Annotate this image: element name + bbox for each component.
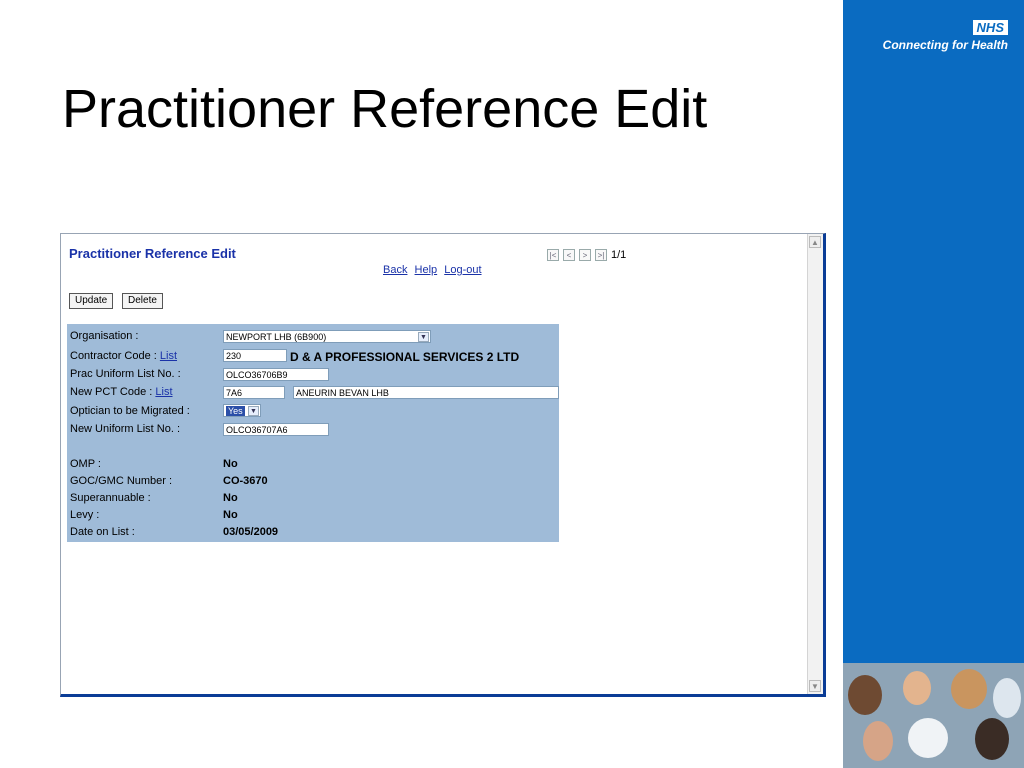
contractor-code-label-text: Contractor Code : — [70, 350, 157, 362]
next-page-icon[interactable]: > — [579, 249, 591, 262]
omp-label: OMP : — [70, 458, 101, 470]
prac-uniform-input[interactable]: OLCO36706B9 — [223, 368, 329, 381]
slide-title: Practitioner Reference Edit — [62, 79, 708, 139]
update-button[interactable]: Update — [69, 293, 114, 309]
new-pct-list-link[interactable]: List — [155, 386, 172, 398]
pager: |< < > >| 1/1 — [547, 249, 627, 262]
date-on-list-label: Date on List : — [70, 526, 135, 538]
contractor-name: D & A PROFESSIONAL SERVICES 2 LTD — [290, 350, 520, 364]
contractor-code-label: Contractor Code : List — [70, 350, 177, 362]
omp-value: No — [223, 458, 238, 470]
organisation-select[interactable]: NEWPORT LHB (6B900) ▼ — [223, 330, 431, 343]
scroll-down-arrow-icon[interactable]: ▼ — [809, 680, 821, 692]
organisation-label: Organisation : — [70, 330, 139, 342]
prac-uniform-label: Prac Uniform List No. : — [70, 368, 181, 380]
page-count: 1/1 — [611, 249, 627, 262]
nav-links: Back Help Log-out — [383, 264, 486, 276]
back-link[interactable]: Back — [383, 264, 407, 276]
brand-tagline: Connecting for Health — [882, 38, 1008, 52]
new-pct-code-label: New PCT Code : List — [70, 386, 173, 398]
logout-link[interactable]: Log-out — [444, 264, 481, 276]
nhs-logo: NHS — [972, 20, 1008, 35]
photo-collage — [843, 663, 1024, 768]
help-link[interactable]: Help — [415, 264, 438, 276]
last-page-icon[interactable]: >| — [595, 249, 607, 262]
organisation-value: NEWPORT LHB (6B900) — [226, 332, 327, 342]
goc-gmc-label: GOC/GMC Number : — [70, 475, 173, 487]
scroll-up-arrow-icon[interactable]: ▲ — [809, 236, 821, 248]
app-window: ▲ ▼ Practitioner Reference Edit Back Hel… — [60, 233, 826, 697]
form-panel: Organisation : NEWPORT LHB (6B900) ▼ Con… — [67, 324, 559, 542]
first-page-icon[interactable]: |< — [547, 249, 559, 262]
chevron-down-icon[interactable]: ▼ — [418, 332, 429, 342]
optician-migrated-value: Yes — [226, 406, 245, 416]
optician-migrated-label: Optician to be Migrated : — [70, 405, 190, 417]
prev-page-icon[interactable]: < — [563, 249, 575, 262]
levy-label: Levy : — [70, 509, 100, 521]
levy-value: No — [223, 509, 238, 521]
delete-button[interactable]: Delete — [122, 293, 163, 309]
contractor-code-input[interactable]: 230 — [223, 349, 287, 362]
new-pct-code-input[interactable]: 7A6 — [223, 386, 285, 399]
vertical-scrollbar[interactable]: ▲ ▼ — [807, 234, 823, 694]
contractor-list-link[interactable]: List — [160, 350, 177, 362]
superannuable-value: No — [223, 492, 238, 504]
new-pct-name-field: ANEURIN BEVAN LHB — [293, 386, 559, 399]
chevron-down-icon[interactable]: ▼ — [248, 406, 259, 416]
app-title: Practitioner Reference Edit — [69, 246, 236, 261]
new-uniform-label: New Uniform List No. : — [70, 423, 181, 435]
new-uniform-input[interactable]: OLCO36707A6 — [223, 423, 329, 436]
goc-gmc-value: CO-3670 — [223, 475, 268, 487]
date-on-list-value: 03/05/2009 — [223, 526, 279, 538]
optician-migrated-select[interactable]: Yes ▼ — [223, 404, 261, 417]
new-pct-code-label-text: New PCT Code : — [70, 386, 153, 398]
superannuable-label: Superannuable : — [70, 492, 151, 504]
brand-panel: NHS Connecting for Health — [843, 0, 1024, 768]
